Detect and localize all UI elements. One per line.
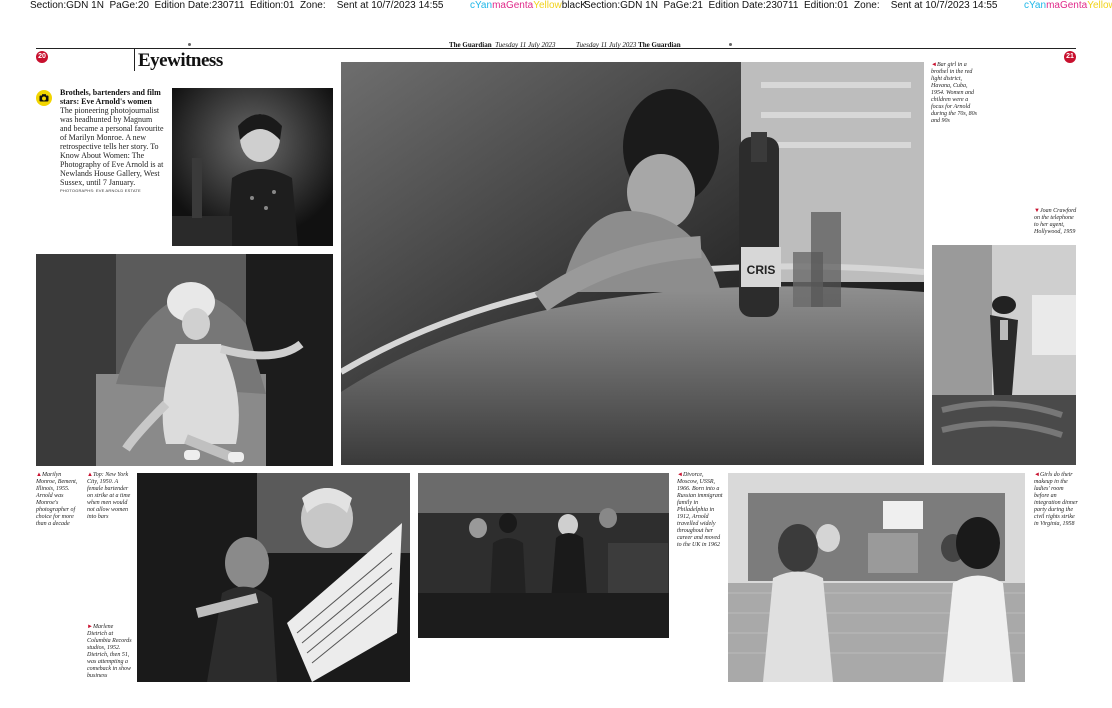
slug-edition: Edition:01 [249, 0, 295, 11]
slug-page: PaGe:21 [663, 0, 703, 11]
reg-cyan: cYan [1024, 0, 1047, 11]
slug-edition-date: Edition Date:230711 [708, 0, 799, 11]
reg-cyan: cYan [470, 0, 493, 11]
caption-text: Top: New York City, 1950. A female barte… [87, 472, 131, 520]
registration-marks-left: cYanmaGentaYellowblacK [470, 0, 587, 12]
folio-date: Tuesday 11 July 2023 [495, 41, 556, 49]
intro-headline: Brothels, bartenders and film stars: Eve… [60, 88, 161, 106]
caption-marlene: ►Marlene Dietrich at Columbia Records st… [87, 624, 133, 680]
reg-magenta: maGenta [1046, 0, 1088, 11]
slug-edition-date: Edition Date:230711 [154, 0, 245, 11]
registration-marks-right: cYanmaGentaYellowblacK [1024, 0, 1112, 12]
intro-block: Brothels, bartenders and film stars: Eve… [60, 88, 164, 193]
camera-icon [36, 90, 52, 106]
caption-bartender: ▲Top: New York City, 1950. A female bart… [87, 472, 133, 521]
caption-bar-girl: ◄Bar girl in a brothel in the red light … [931, 62, 977, 125]
page-number-left: 20 [36, 51, 48, 63]
caption-marilyn: ▲Marilyn Monroe, Bement, Illinois, 1955.… [36, 472, 80, 528]
slug-right: Section:GDN 1N PaGe:21 Edition Date:2307… [584, 0, 998, 12]
caption-text: Joan Crawford on the telephone to her ag… [1034, 208, 1077, 235]
slug-sent: Sent at 10/7/2023 14:55 [336, 0, 444, 11]
folio-paper: The Guardian [449, 41, 492, 49]
reg-yellow: Yellow [1087, 0, 1112, 11]
folio-right: Tuesday 11 July 2023 The Guardian [576, 41, 681, 49]
folio-paper: The Guardian [638, 41, 681, 49]
slug-page: PaGe:20 [109, 0, 149, 11]
header-rule [36, 48, 1076, 49]
folio-date: Tuesday 11 July 2023 [576, 41, 637, 49]
slug-section: Section:GDN 1N [584, 0, 658, 11]
photo-credit: PHOTOGRAPHS: EVE ARNOLD ESTATE [60, 188, 141, 193]
photo-divorce-moscow [418, 473, 669, 638]
fold-dot-right [729, 43, 732, 46]
photo-girls-makeup [728, 473, 1025, 682]
title-divider [134, 49, 135, 71]
folio-left: The Guardian Tuesday 11 July 2023 [449, 41, 555, 49]
section-title: Eyewitness [138, 50, 223, 71]
reg-magenta: maGenta [492, 0, 534, 11]
caption-text: Girls do their makeup in the ladies' roo… [1034, 472, 1078, 527]
slug-zone: Zone: [300, 0, 326, 11]
caption-divorce: ◄Divorce, Moscow, USSR, 1966. Born into … [677, 472, 723, 549]
photo-woman-at-bar [172, 88, 333, 246]
caption-text: Marilyn Monroe, Bement, Illinois, 1955. … [36, 472, 78, 527]
caption-text: Bar girl in a brothel in the red light d… [931, 62, 978, 124]
caption-joan-crawford: ▼Joan Crawford on the telephone to her a… [1034, 208, 1078, 236]
intro-body: The pioneering photojournalist was headh… [60, 106, 164, 187]
reg-black: blacK [561, 0, 587, 11]
photo-marilyn-monroe [36, 254, 333, 466]
bottle-label-text: CRIS [747, 263, 776, 277]
page-number-right: 21 [1064, 51, 1076, 63]
photo-marlene-dietrich [137, 473, 410, 682]
slug-sent: Sent at 10/7/2023 14:55 [890, 0, 998, 11]
slug-left: Section:GDN 1N PaGe:20 Edition Date:2307… [30, 0, 444, 12]
slug-zone: Zone: [854, 0, 880, 11]
fold-dot-left [188, 43, 191, 46]
caption-text: Marlene Dietrich at Columbia Records stu… [87, 624, 132, 679]
caption-text: Divorce, Moscow, USSR, 1966. Born into a… [677, 472, 723, 548]
caption-makeup: ◄Girls do their makeup in the ladies' ro… [1034, 472, 1080, 528]
slug-section: Section:GDN 1N [30, 0, 104, 11]
slug-edition: Edition:01 [803, 0, 849, 11]
photo-joan-crawford [932, 245, 1076, 465]
reg-yellow: Yellow [533, 0, 562, 11]
photo-bar-girl-havana: CRIS [341, 62, 924, 465]
